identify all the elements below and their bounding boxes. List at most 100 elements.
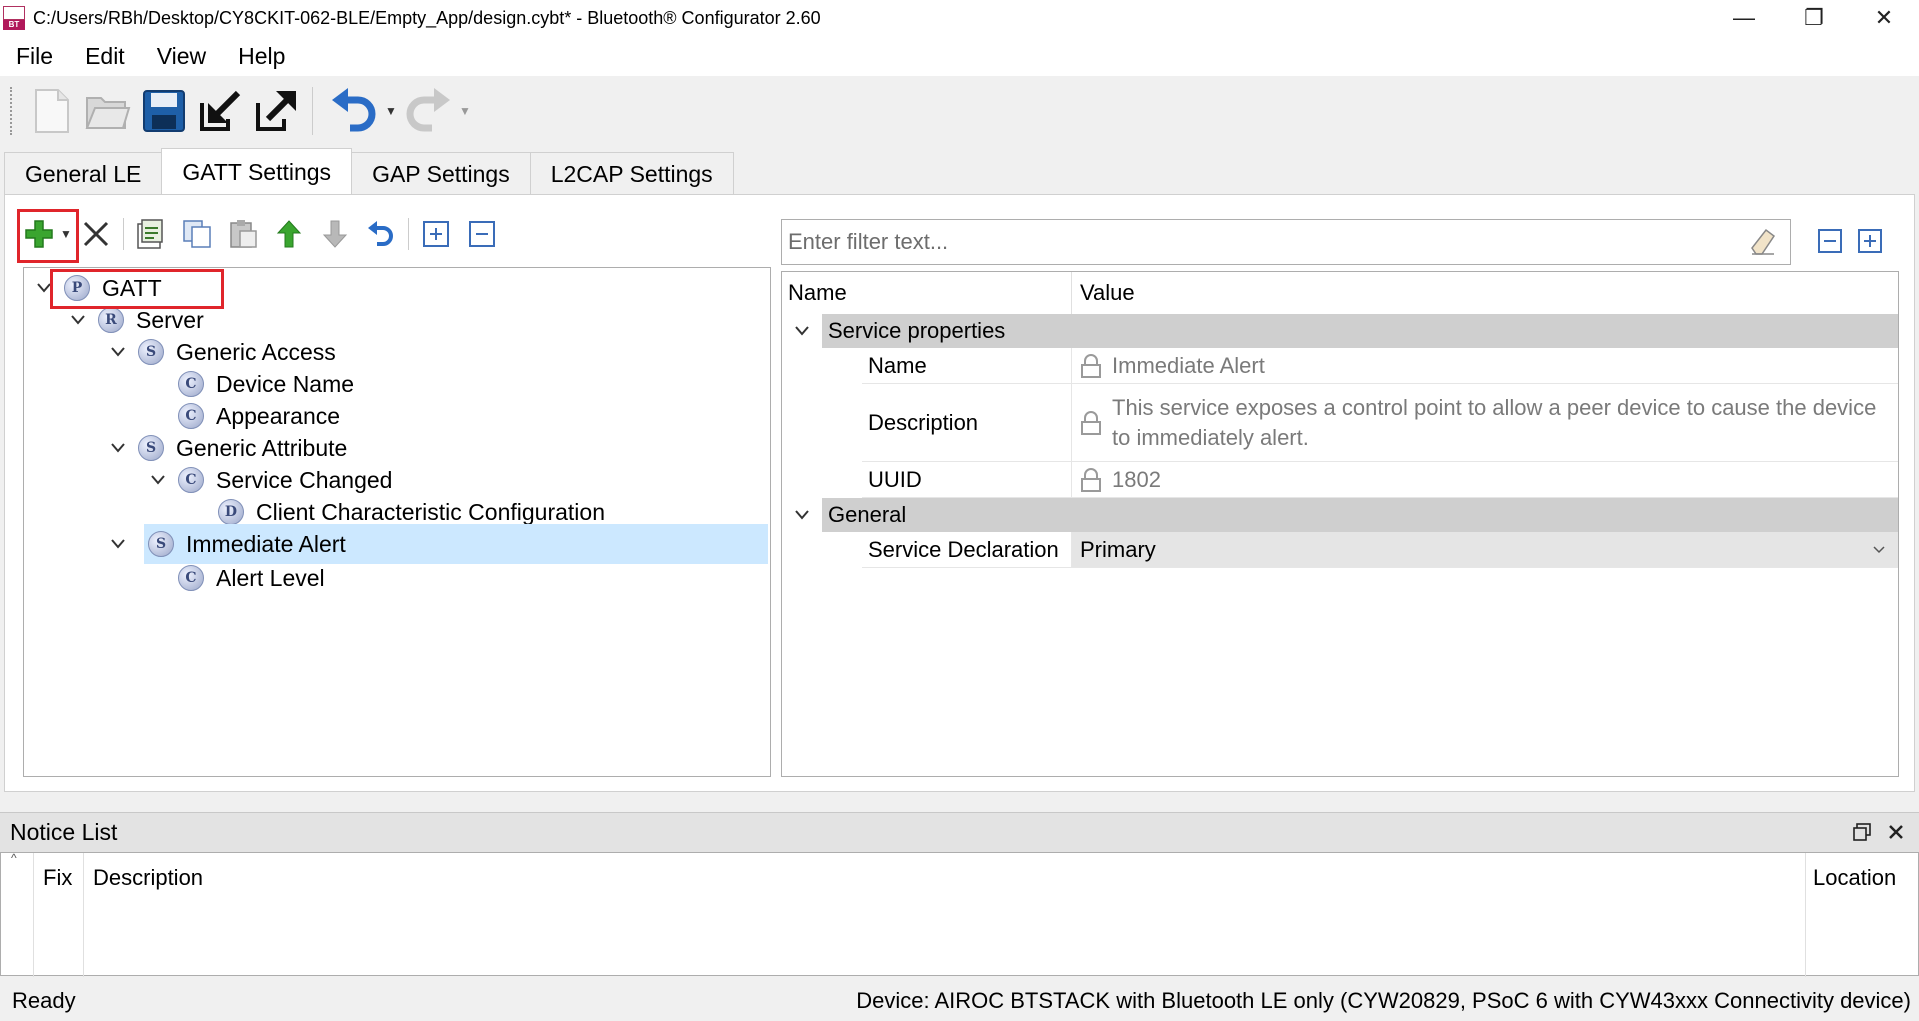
category-service-properties[interactable]: Service properties [782,314,1898,348]
redo-dropdown-icon[interactable]: ▼ [456,104,474,118]
tab-general-le[interactable]: General LE [4,152,163,194]
menu-help[interactable]: Help [222,36,301,76]
property-name: UUID [862,462,1072,497]
tab-gap-settings[interactable]: GAP Settings [351,152,531,194]
column-header-fix[interactable]: Fix [43,853,72,903]
tree-item-label: Server [136,306,204,333]
chevron-down-icon[interactable] [108,342,128,362]
save-button[interactable] [136,83,192,139]
rename-button[interactable] [128,211,174,257]
import-icon [200,90,241,131]
gatt-settings-panel: ▼ P GATT R Server S Generic Access C Dev… [4,194,1915,792]
move-up-button[interactable] [266,211,312,257]
new-file-button[interactable] [24,83,80,139]
chevron-down-icon[interactable] [68,310,88,330]
minimize-button[interactable]: — [1709,0,1779,36]
chevron-down-icon[interactable] [782,498,822,532]
redo-icon [406,88,450,132]
property-row-name[interactable]: Name Immediate Alert [862,348,1898,384]
property-row-description[interactable]: Description This service exposes a contr… [862,384,1898,462]
arrow-down-icon [322,220,348,248]
copy-icon [183,220,211,248]
property-row-uuid[interactable]: UUID 1802 [862,462,1898,498]
move-down-button[interactable] [312,211,358,257]
tree-item-immediate-alert-chevron[interactable] [108,524,132,564]
status-bar: Ready Device: AIROC BTSTACK with Bluetoo… [0,980,1919,1021]
toolbar-separator [123,218,124,250]
float-panel-button[interactable] [1847,817,1877,847]
service-icon: S [148,531,174,557]
paste-button[interactable] [220,211,266,257]
column-header-name[interactable]: Name [782,272,1072,314]
gatt-node-highlight [50,269,224,309]
lock-icon [1081,467,1101,492]
export-button[interactable] [248,83,304,139]
arrow-up-icon [276,220,302,248]
characteristic-icon: C [178,467,204,493]
undo-icon [332,88,376,132]
characteristic-icon: C [178,403,204,429]
tree-item-label: Alert Level [216,564,325,591]
chevron-down-icon[interactable] [1872,545,1886,555]
undo-button[interactable] [326,83,382,139]
column-divider [33,853,34,977]
notice-list-header: Notice List [0,812,1919,852]
service-icon: S [138,339,164,365]
redo-button[interactable] [400,83,456,139]
tree-item-label: Service Changed [216,466,393,493]
property-name: Description [862,384,1072,461]
restore-button[interactable]: ❐ [1779,0,1849,36]
filter-input[interactable] [782,229,1722,255]
property-value: 1802 [1112,466,1161,492]
collapse-all-button[interactable] [459,211,505,257]
copy-button[interactable] [174,211,220,257]
tab-gatt-settings[interactable]: GATT Settings [161,148,353,194]
open-folder-icon [85,97,131,129]
property-grid-header: Name Value [782,272,1898,314]
chevron-down-icon[interactable] [782,314,822,348]
notice-list-table: ^ Fix Description Location [0,851,1919,977]
chevron-down-icon[interactable] [108,534,128,554]
menu-edit[interactable]: Edit [69,36,141,76]
restore-icon [1853,823,1871,841]
tree-item-label: Device Name [216,370,355,397]
tree-item-label: Client Characteristic Configuration [256,498,605,525]
column-divider [83,853,84,977]
tab-l2cap-settings[interactable]: L2CAP Settings [529,152,734,194]
service-icon: S [138,435,164,461]
menu-file[interactable]: File [0,36,69,76]
eraser-icon[interactable] [1750,228,1776,262]
tree-item-label: Appearance [216,402,341,429]
rename-icon [137,219,163,249]
open-file-button[interactable] [80,83,136,139]
column-header-value[interactable]: Value [1072,280,1135,306]
expand-all-icon [1858,229,1882,253]
expand-all-icon [423,221,449,247]
tab-bar: General LE GATT Settings GAP Settings L2… [0,148,1919,194]
collapse-all-icon [1818,229,1842,253]
column-header-location[interactable]: Location [1813,853,1896,903]
select-value: Primary [1080,536,1156,562]
expand-properties-button[interactable] [1853,223,1887,259]
property-row-service-declaration[interactable]: Service Declaration Primary [862,532,1898,568]
close-panel-button[interactable] [1881,817,1911,847]
service-declaration-select[interactable]: Primary [1072,532,1898,567]
tree-item-alert-level[interactable]: C Alert Level [178,558,768,598]
category-general[interactable]: General [782,498,1898,532]
tree-item-label: Generic Attribute [176,434,348,461]
collapse-properties-button[interactable] [1813,223,1847,259]
undo-dropdown-icon[interactable]: ▼ [382,104,400,118]
close-button[interactable]: ✕ [1849,0,1919,36]
column-header-description[interactable]: Description [93,853,203,903]
paste-icon [230,220,257,248]
menu-view[interactable]: View [141,36,222,76]
role-icon: R [98,307,124,333]
delete-button[interactable] [73,211,119,257]
chevron-down-icon[interactable] [108,438,128,458]
toolbar-grip [10,87,16,135]
import-button[interactable] [192,83,248,139]
expand-all-button[interactable] [413,211,459,257]
revert-button[interactable] [358,211,404,257]
chevron-down-icon[interactable] [148,470,168,490]
gatt-tree[interactable]: P GATT R Server S Generic Access C Devic… [23,267,771,777]
